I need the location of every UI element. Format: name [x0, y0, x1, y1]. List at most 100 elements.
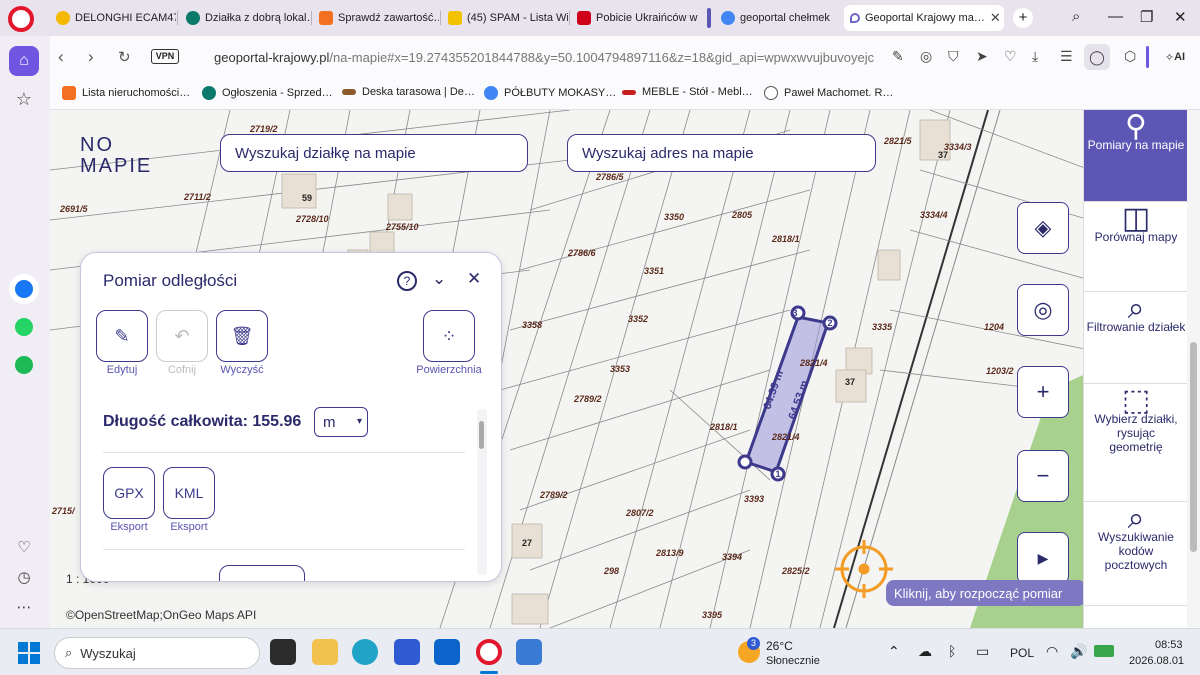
panel-scrollbar[interactable] — [477, 409, 487, 575]
hdd-icon[interactable]: ▭ — [976, 643, 989, 660]
bookmark-title: Lista nieruchomości… — [82, 87, 191, 99]
whatsapp-icon[interactable] — [9, 312, 39, 342]
clear-button[interactable]: 🗑 — [216, 310, 268, 362]
export-gpx-button[interactable]: GPX — [103, 467, 155, 519]
star-icon[interactable]: ☆ — [9, 84, 39, 114]
profile-icon[interactable]: ◯ — [1084, 44, 1110, 70]
plot-label: 1203/2 — [986, 366, 1014, 376]
shield-icon[interactable]: ⛉ — [948, 48, 959, 65]
easy-setup-icon[interactable]: ☰ — [1060, 48, 1073, 65]
chevron-up-icon[interactable]: ⌃ — [888, 643, 900, 660]
map-attribution[interactable]: ©OpenStreetMap;OnGeo Maps API — [66, 608, 256, 622]
edit-page-icon[interactable]: ✎ — [892, 48, 904, 65]
language-indicator[interactable]: POL — [1010, 646, 1034, 660]
messenger-icon[interactable] — [9, 274, 39, 304]
edge-icon[interactable] — [352, 639, 378, 665]
export-kml-button[interactable]: KML — [163, 467, 215, 519]
file-explorer-icon[interactable] — [312, 639, 338, 665]
tool-measure[interactable]: ⚲ Pomiary na mapie — [1084, 110, 1188, 202]
home-icon[interactable]: ⌂ — [9, 46, 39, 76]
unit-select[interactable]: m ▾ — [314, 407, 368, 437]
photos-icon[interactable] — [516, 639, 542, 665]
layers-icon[interactable]: ◈ — [1017, 202, 1069, 254]
nomapie-logo[interactable]: NO MAPIE — [80, 134, 190, 182]
tool-compare[interactable]: ◫ Porównaj mapy — [1084, 202, 1188, 292]
send-icon[interactable]: ➤ — [976, 48, 988, 65]
plot-label: 2789/2 — [540, 490, 568, 500]
reload-icon[interactable]: ↻ — [118, 48, 131, 66]
bookmark-0[interactable]: Lista nieruchomości… — [62, 86, 190, 100]
tab-3[interactable]: (45) SPAM - Lista Wi… — [442, 5, 568, 31]
ai-button[interactable]: ✧ AI — [1156, 44, 1194, 70]
bookmark-5[interactable]: Paweł Machomet. R… — [764, 86, 893, 100]
search-plot-button[interactable]: Wyszukaj działkę na mapie — [220, 134, 528, 172]
extensions-icon[interactable]: ⬡ — [1124, 48, 1136, 65]
bookmark-2[interactable]: Deska tarasowa | De… — [342, 86, 475, 98]
scroll-thumb[interactable] — [1190, 342, 1197, 552]
search-address-button[interactable]: Wyszukaj adres na mapie — [567, 134, 876, 172]
heart-icon[interactable]: ♡ — [1004, 48, 1017, 65]
scroll-thumb[interactable] — [479, 421, 484, 449]
tab-1[interactable]: Działka z dobrą lokal… — [180, 5, 310, 31]
restore-icon[interactable]: ❐ — [1140, 8, 1153, 26]
history-icon[interactable]: ◷ — [9, 562, 39, 592]
close-tab-icon[interactable]: ✕ — [990, 10, 1001, 26]
windows-start-icon[interactable] — [18, 642, 40, 664]
battery-icon[interactable] — [1094, 645, 1114, 657]
tool-select-draw[interactable]: ⬚ Wybierz działki, rysując geometrię — [1084, 384, 1188, 502]
close-window-icon[interactable]: ✕ — [1174, 8, 1187, 26]
download-icon[interactable]: ⤓ — [1032, 48, 1038, 65]
plot-label: 2821/4 — [772, 432, 800, 442]
cloud-icon[interactable]: ☁ — [918, 643, 932, 660]
bookmark-title: Paweł Machomet. R… — [784, 87, 894, 99]
tool-postcode[interactable]: ⌕ Wyszukiwanie kodów pocztowych — [1084, 502, 1188, 606]
minimize-icon[interactable]: — — [1108, 8, 1123, 25]
edit-button[interactable]: ✎ — [96, 310, 148, 362]
spotify-icon[interactable] — [9, 350, 39, 380]
tool-filter[interactable]: ⌕ Filtrowanie działek — [1084, 292, 1188, 384]
page-scrollbar[interactable] — [1187, 110, 1200, 628]
partial-button[interactable] — [219, 565, 305, 581]
outlook-icon[interactable] — [434, 639, 460, 665]
bookmark-4[interactable]: MEBLE - Stół - Mebl… — [622, 86, 753, 98]
tab-2[interactable]: Sprawdź zawartość… — [313, 5, 439, 31]
map-canvas[interactable]: 3 2 1 64.39 m 64.53 m 2719/2 2711/2 2691… — [50, 110, 1183, 628]
tab-5[interactable]: geoportal chełmek — [715, 5, 841, 31]
zoom-in-button[interactable]: + — [1017, 366, 1069, 418]
close-icon[interactable]: ✕ — [467, 269, 481, 289]
back-icon[interactable]: ‹ — [58, 47, 64, 67]
forward-icon[interactable]: › — [88, 47, 94, 67]
zoom-out-button[interactable]: − — [1017, 450, 1069, 502]
undo-button[interactable]: ↶ — [156, 310, 208, 362]
opera-taskbar-icon[interactable] — [476, 639, 502, 665]
task-view-icon[interactable] — [270, 639, 296, 665]
building — [511, 593, 549, 625]
more-icon[interactable]: ⋯ — [9, 592, 39, 622]
measured-polygon[interactable] — [744, 315, 830, 474]
url-field[interactable]: geoportal-krajowy.pl/na-mapie#x=19.27435… — [214, 50, 874, 65]
clock-time[interactable]: 08:53 — [1155, 639, 1183, 651]
volume-icon[interactable]: 🔊 — [1070, 643, 1087, 660]
vertex-0[interactable] — [737, 454, 753, 470]
chevron-down-icon[interactable]: ⌄ — [432, 269, 446, 289]
camera-icon[interactable]: ◎ — [920, 48, 932, 65]
clock-date[interactable]: 2026.08.01 — [1129, 655, 1184, 667]
bookmark-3[interactable]: PÓŁBUTY MOKASY… — [484, 86, 616, 100]
heart-icon[interactable]: ♡ — [9, 532, 39, 562]
tab-4[interactable]: Pobicie Ukraińców w… — [571, 5, 699, 31]
expand-panel-icon[interactable]: ▶ — [1017, 532, 1069, 584]
bookmark-1[interactable]: Ogłoszenia - Sprzed… — [202, 86, 333, 100]
tab-0[interactable]: DELONGHI ECAM47… — [50, 5, 176, 31]
locate-icon[interactable]: ◎ — [1017, 284, 1069, 336]
help-icon[interactable]: ? — [397, 271, 417, 291]
new-tab-button[interactable]: + — [1013, 8, 1033, 28]
opera-logo[interactable] — [8, 6, 34, 32]
search-tabs-icon[interactable]: ⌕ — [1072, 8, 1080, 25]
bluetooth-icon[interactable]: ᛒ — [948, 643, 956, 659]
tab-6-active[interactable]: Geoportal Krajowy ma… ✕ — [844, 5, 1004, 31]
wifi-icon[interactable]: ◠ — [1046, 643, 1058, 660]
taskbar-search[interactable]: ⌕ Wyszukaj — [54, 637, 260, 669]
vpn-badge[interactable]: VPN — [151, 49, 179, 64]
area-button[interactable]: ⁘ — [423, 310, 475, 362]
store-icon[interactable] — [394, 639, 420, 665]
